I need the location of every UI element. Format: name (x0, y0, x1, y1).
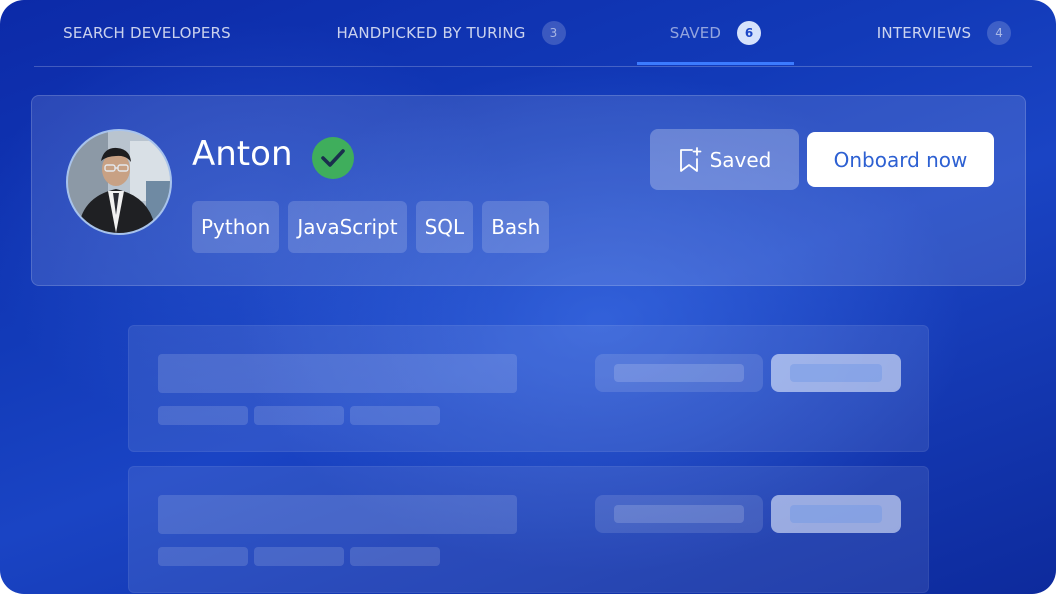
skill-tag: JavaScript (288, 201, 407, 253)
count-badge: 4 (987, 21, 1012, 45)
candidate-card: Anton Python JavaScript SQL Bash Saved O… (31, 95, 1026, 286)
bookmark-plus-icon (679, 146, 701, 172)
count-badge: 6 (737, 21, 762, 45)
tab-label: SEARCH DEVELOPERS (63, 24, 231, 42)
app-frame: SEARCH DEVELOPERS HANDPICKED BY TURING 3… (0, 0, 1056, 594)
placeholder-card (128, 466, 929, 593)
placeholder-tag (158, 406, 248, 425)
placeholder-button (595, 495, 763, 533)
avatar-photo (68, 131, 170, 233)
placeholder-tag (254, 547, 344, 566)
tab-label: SAVED (669, 24, 722, 42)
placeholder-button-text (790, 505, 882, 523)
placeholder-button (595, 354, 763, 392)
avatar (66, 129, 172, 235)
tab-bar: SEARCH DEVELOPERS HANDPICKED BY TURING 3… (34, 0, 1032, 67)
placeholder-button (771, 354, 901, 392)
placeholder-tag (254, 406, 344, 425)
tab-label: HANDPICKED BY TURING (336, 24, 526, 42)
placeholder-title (158, 495, 517, 534)
tab-search-developers[interactable]: SEARCH DEVELOPERS (34, 0, 260, 66)
candidate-name: Anton (192, 134, 293, 174)
placeholder-tag (350, 547, 440, 566)
placeholder-button-text (614, 505, 744, 523)
tab-saved[interactable]: SAVED 6 (637, 0, 794, 66)
placeholder-tag (350, 406, 440, 425)
placeholder-button-text (790, 364, 882, 382)
tab-handpicked-by-turing[interactable]: HANDPICKED BY TURING 3 (324, 0, 578, 66)
skill-tag: SQL (415, 201, 474, 253)
saved-button-label: Saved (709, 147, 772, 172)
active-tab-indicator (637, 62, 794, 65)
skill-tags: Python JavaScript SQL Bash (192, 201, 550, 253)
placeholder-tag (158, 547, 248, 566)
check-circle-icon (312, 137, 354, 179)
placeholder-button (771, 495, 901, 533)
placeholder-button-text (614, 364, 744, 382)
tab-label: INTERVIEWS (876, 24, 972, 42)
placeholder-card (128, 325, 929, 452)
skill-tag: Bash (482, 201, 550, 253)
saved-button[interactable]: Saved (650, 129, 799, 190)
tab-interviews[interactable]: INTERVIEWS 4 (856, 0, 1032, 66)
placeholder-title (158, 354, 517, 393)
onboard-now-button[interactable]: Onboard now (807, 132, 994, 187)
count-badge: 3 (541, 21, 566, 45)
skill-tag: Python (192, 201, 280, 253)
